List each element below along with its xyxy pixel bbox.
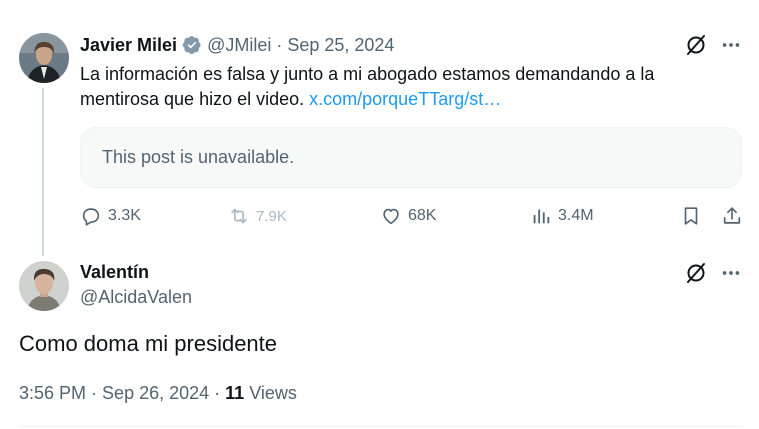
reply-tweet-text: Como doma mi presidente xyxy=(19,331,278,356)
like-button[interactable]: 68K xyxy=(380,203,436,229)
tweet-views-label: Views xyxy=(249,383,297,403)
parent-link[interactable]: x.com/porqueTTarg/st… xyxy=(309,89,501,109)
grok-icon[interactable] xyxy=(684,261,708,285)
parent-tweet-text: La información es falsa y junto a mi abo… xyxy=(80,62,730,112)
parent-tweet-header: Javier Milei @JMilei · Sep 25, 2024 xyxy=(80,33,394,57)
repost-icon xyxy=(228,205,250,227)
unavailable-text: This post is unavailable. xyxy=(102,147,295,167)
verified-badge-icon xyxy=(182,35,202,55)
like-icon xyxy=(380,205,402,227)
more-icon[interactable] xyxy=(720,262,742,284)
parent-top-icons xyxy=(684,33,742,57)
share-button[interactable] xyxy=(721,203,743,229)
reply-handle[interactable]: @AlcidaValen xyxy=(80,287,192,308)
grok-icon[interactable] xyxy=(684,33,708,57)
tweet-views-count: 11 xyxy=(225,383,245,403)
reply-count: 3.3K xyxy=(108,207,141,224)
tweet-meta: 3:56 PM · Sep 26, 2024 · 11 Views xyxy=(19,383,297,404)
repost-button[interactable]: 7.9K xyxy=(228,203,287,229)
meta-separator: · xyxy=(214,383,221,403)
meta-separator: · xyxy=(91,383,98,403)
more-icon[interactable] xyxy=(720,34,742,56)
reply-author-name[interactable]: Valentín xyxy=(80,262,149,283)
views-count: 3.4M xyxy=(558,207,594,224)
bookmark-button[interactable] xyxy=(680,203,702,229)
divider xyxy=(19,426,743,427)
share-icon xyxy=(721,205,743,227)
like-count: 68K xyxy=(408,207,437,224)
bookmark-icon xyxy=(680,205,702,227)
reply-button[interactable]: 3.3K xyxy=(80,203,141,229)
reply-avatar[interactable] xyxy=(19,261,69,311)
thread-line xyxy=(42,88,44,256)
parent-action-bar: 3.3K 7.9K 68K 3.4M xyxy=(80,203,745,229)
parent-date[interactable]: Sep 25, 2024 xyxy=(287,35,394,56)
views-button[interactable]: 3.4M xyxy=(530,203,594,229)
parent-author-name[interactable]: Javier Milei xyxy=(80,35,177,56)
tweet-time[interactable]: 3:56 PM xyxy=(19,383,86,404)
parent-handle[interactable]: @JMilei xyxy=(207,35,271,56)
quoted-post-unavailable: This post is unavailable. xyxy=(80,127,742,188)
parent-avatar[interactable] xyxy=(19,33,69,83)
header-separator: · xyxy=(276,34,283,55)
reply-top-icons xyxy=(684,261,742,285)
tweet-date[interactable]: Sep 26, 2024 xyxy=(102,383,209,404)
reply-icon xyxy=(80,205,102,227)
repost-count: 7.9K xyxy=(256,207,287,225)
views-icon xyxy=(530,205,552,227)
